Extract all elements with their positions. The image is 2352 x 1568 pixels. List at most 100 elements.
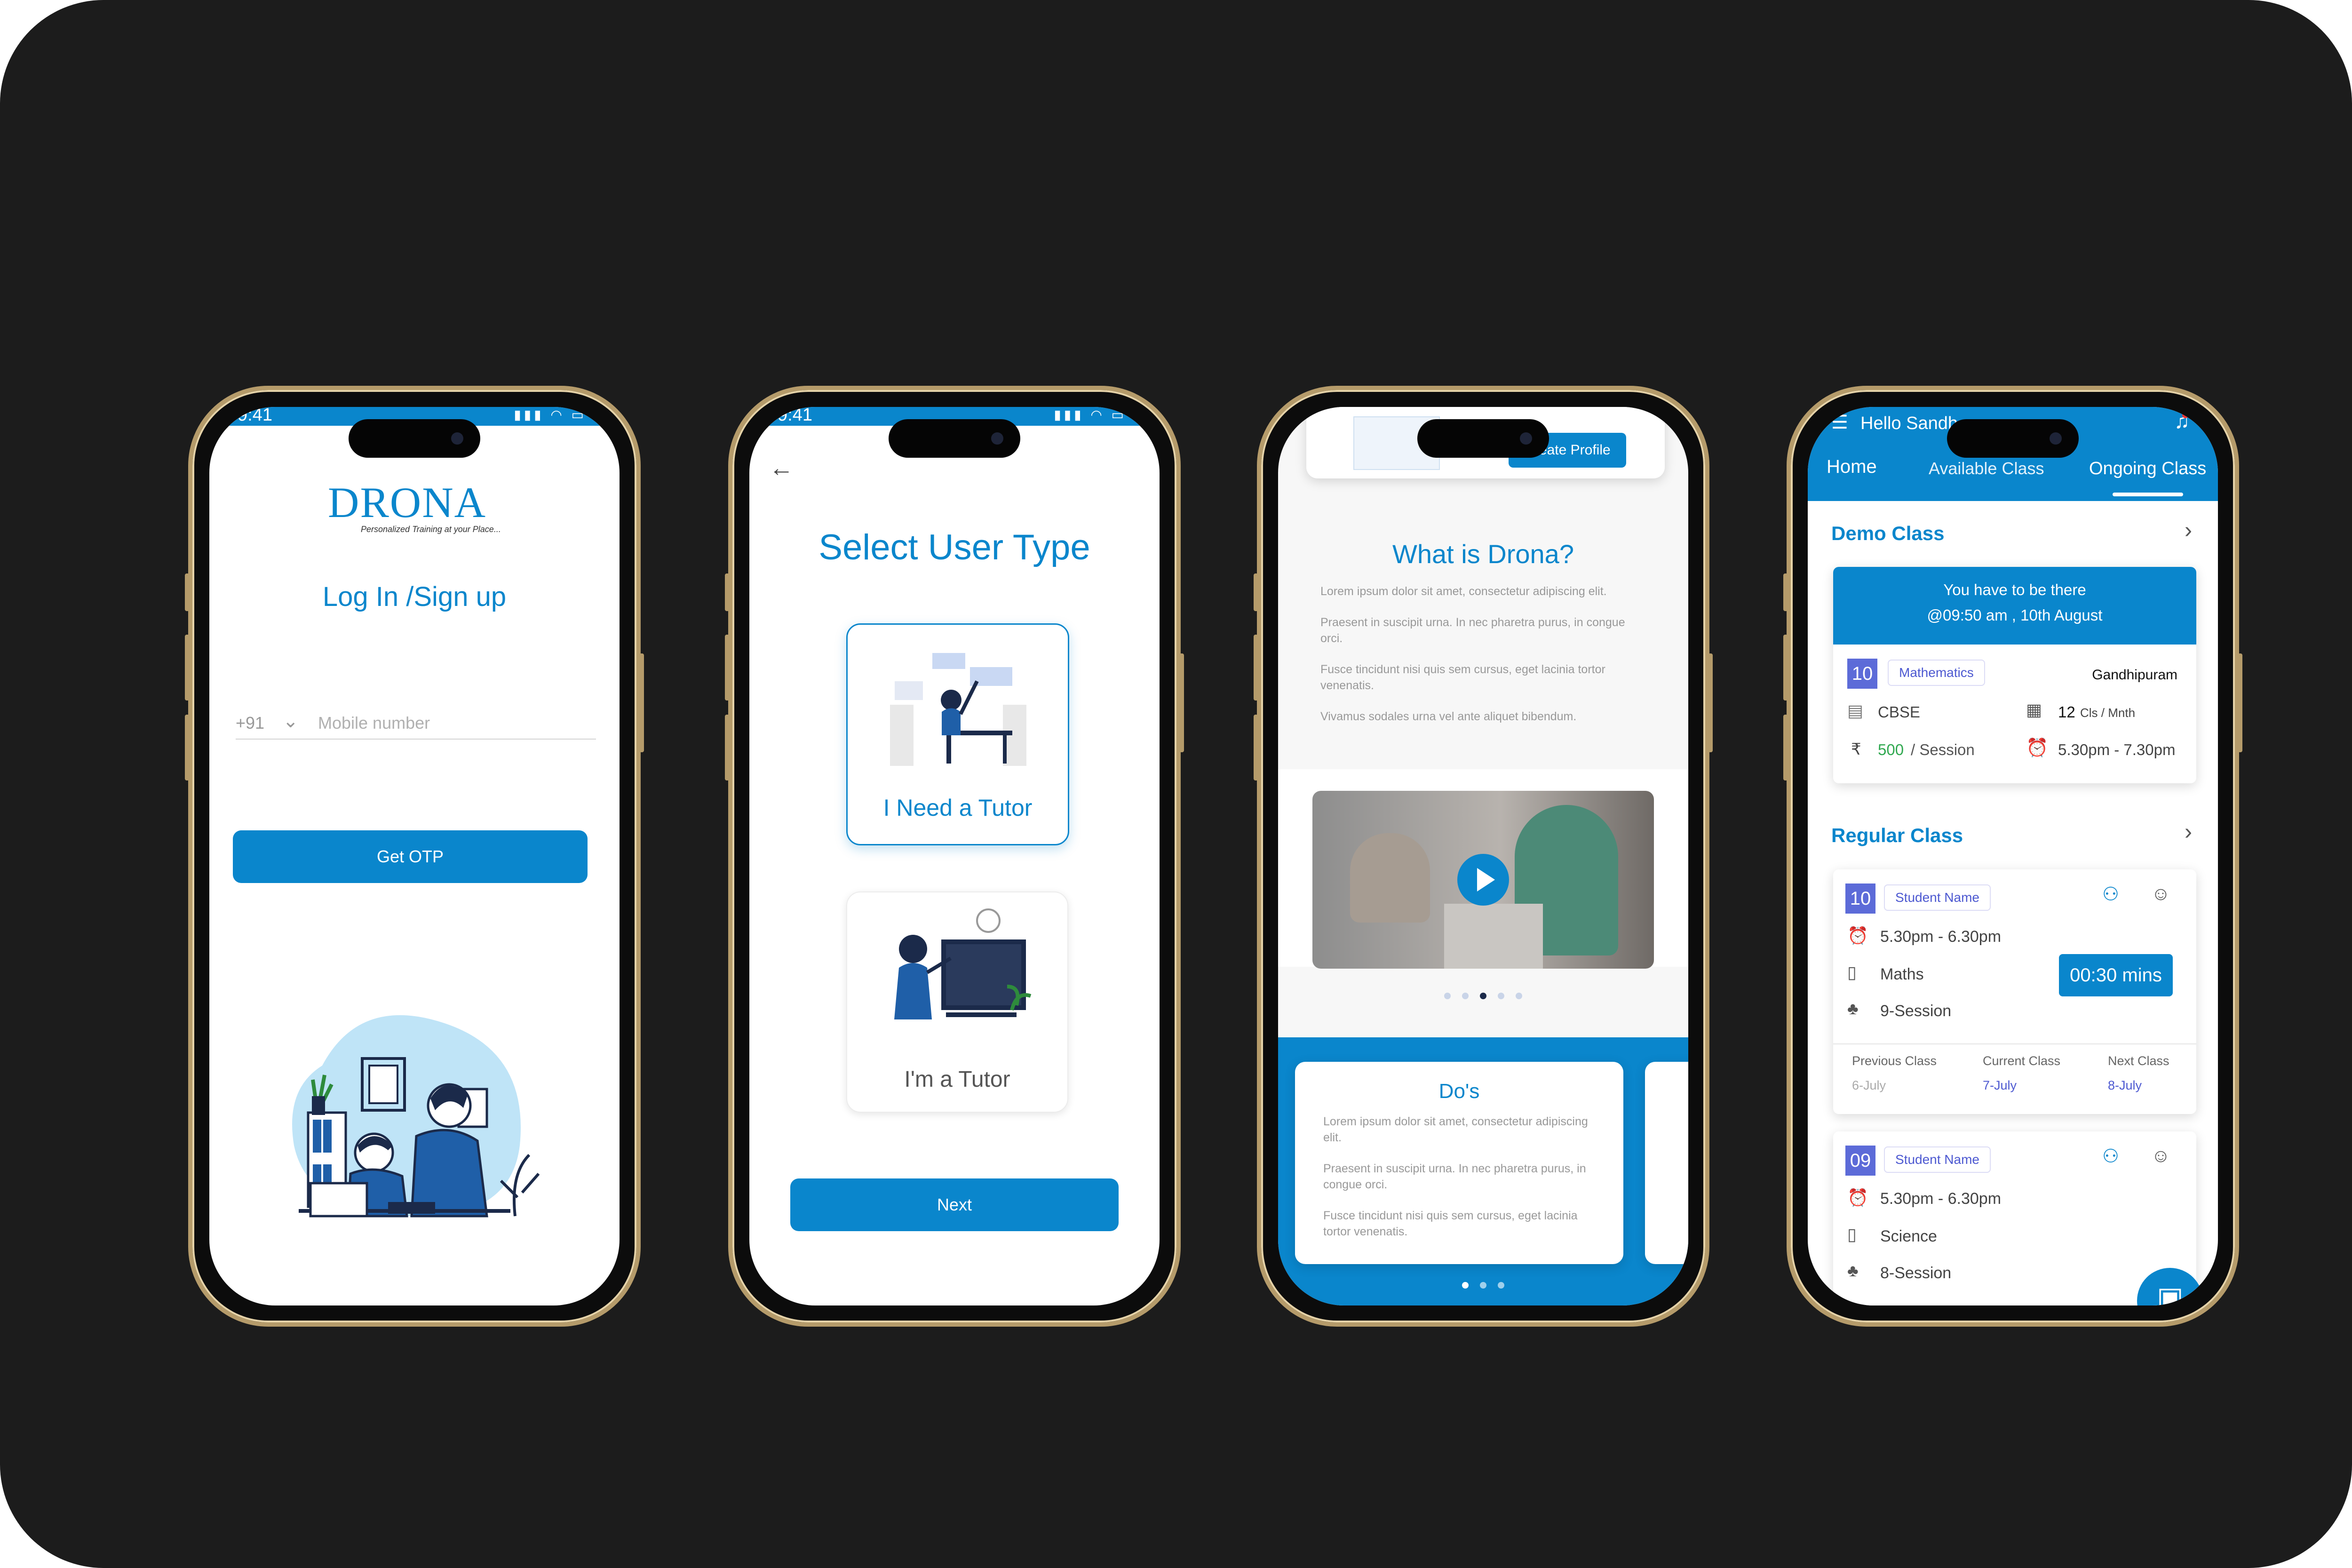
tab-available-class[interactable]: Available Class xyxy=(1929,459,2044,478)
demo-class-card[interactable]: You have to be there @09:50 am , 10th Au… xyxy=(1833,567,2196,783)
section-title: What is Drona? xyxy=(1392,539,1574,569)
phone-side-button xyxy=(1783,635,1788,700)
phone-select-user-type: 9:41 ▮▮▮ ◠ ▭ ← Select User Type I Need a… xyxy=(725,386,1184,1327)
dos-carousel-dots[interactable] xyxy=(1278,1282,1688,1291)
donts-card-peek[interactable] xyxy=(1645,1062,1688,1264)
phone-side-button xyxy=(1254,635,1258,700)
need-tutor-option[interactable]: I Need a Tutor xyxy=(846,623,1069,845)
phone-side-button xyxy=(1708,653,1713,752)
mobile-input[interactable]: Mobile number xyxy=(318,713,430,733)
im-tutor-option[interactable]: I'm a Tutor xyxy=(846,891,1068,1113)
regular-class-card[interactable]: 10 Student Name ⚇ ☺ ⏰ 5.30pm - 6.30pm ▯ … xyxy=(1833,869,2196,1114)
next-button[interactable]: Next xyxy=(790,1178,1119,1231)
price-unit: / Session xyxy=(1911,741,1975,758)
student-name-tag: Student Name xyxy=(1884,884,1991,911)
price: 500 xyxy=(1878,741,1904,758)
dynamic-island xyxy=(349,419,480,458)
active-tab-indicator xyxy=(2113,493,2183,496)
play-icon[interactable] xyxy=(1457,854,1509,906)
phone-side-button xyxy=(185,573,190,611)
about-bullets: Lorem ipsum dolor sit amet, consectetur … xyxy=(1320,583,1646,724)
chevron-right-icon[interactable]: › xyxy=(2185,517,2192,543)
user-type-screen: 9:41 ▮▮▮ ◠ ▭ ← Select User Type I Need a… xyxy=(749,407,1160,1305)
menu-icon[interactable]: ☰ xyxy=(1831,412,1848,433)
tab-home[interactable]: Home xyxy=(1827,456,1877,478)
status-icons: ▮▮▮ ◠ ▭ xyxy=(514,407,587,422)
session-timer-button[interactable]: 00:30 mins xyxy=(2059,954,2173,996)
dashboard-screen: ☰ Hello Sandh ♫ Home Available Class Ong… xyxy=(1808,407,2218,1305)
phone-side-button xyxy=(725,715,730,780)
alarm-icon: ⏰ xyxy=(1847,926,1868,945)
sessions-icon: ♣ xyxy=(1847,1261,1859,1280)
login-title: Log In /Sign up xyxy=(322,581,507,612)
dos-bullet: Lorem ipsum dolor sit amet, consectetur … xyxy=(1323,1115,1588,1144)
location: Gandhipuram xyxy=(2092,667,2177,683)
session-count: 8-Session xyxy=(1880,1264,1952,1282)
chevron-right-icon[interactable]: › xyxy=(2185,819,2192,845)
book-icon: ▯ xyxy=(1847,1225,1857,1244)
bullet-text: Lorem ipsum dolor sit amet, consectetur … xyxy=(1320,585,1607,598)
chevron-down-icon[interactable]: ⌄ xyxy=(283,710,299,732)
carousel-dots[interactable] xyxy=(1278,993,1688,1002)
current-class-date: 7-July xyxy=(1983,1078,2017,1092)
phone-side-button xyxy=(725,635,730,700)
dynamic-island xyxy=(1947,419,2079,458)
class-time: 5.30pm - 6.30pm xyxy=(1880,1190,2002,1208)
tab-ongoing-class[interactable]: Ongoing Class xyxy=(2089,459,2206,479)
support-icon[interactable]: ☺ xyxy=(2151,1146,2170,1167)
phone-dashboard: ☰ Hello Sandh ♫ Home Available Class Ong… xyxy=(1783,386,2242,1327)
demo-notice-line: You have to be there xyxy=(1943,581,2086,598)
regular-section-title: Regular Class xyxy=(1831,824,1963,846)
next-class-date: 8-July xyxy=(2108,1078,2142,1092)
student-name-tag: Student Name xyxy=(1884,1146,1991,1173)
phone-onboarding: Create Profile What is Drona? Lorem ipsu… xyxy=(1254,386,1713,1327)
alarm-icon: ⏰ xyxy=(2026,738,2049,758)
book-icon: ▯ xyxy=(1847,963,1857,982)
get-otp-button[interactable]: Get OTP xyxy=(233,830,588,883)
dos-bullet: Fusce tincidunt nisi quis sem cursus, eg… xyxy=(1323,1209,1578,1238)
phone-login: 9:41 ▮▮▮ ◠ ▭ DRONA Personalized Training… xyxy=(185,386,644,1327)
phone-side-button xyxy=(1254,573,1258,611)
user-icon[interactable]: ⚇ xyxy=(2102,1146,2119,1167)
phone-side-button xyxy=(2238,653,2242,752)
bullet-text: Praesent in suscipit urna. In nec pharet… xyxy=(1320,616,1625,645)
phone-side-button xyxy=(725,573,730,611)
class-subject: Maths xyxy=(1880,965,1924,983)
demo-notice-line: @09:50 am , 10th August xyxy=(1927,606,2103,624)
video-figure xyxy=(1350,833,1430,923)
user-icon[interactable]: ⚇ xyxy=(2102,883,2119,905)
session-count: 9-Session xyxy=(1880,1002,1952,1020)
need-tutor-label: I Need a Tutor xyxy=(883,795,1033,821)
regular-class-card[interactable]: 09 Student Name ⚇ ☺ ⏰ 5.30pm - 6.30pm ▯ … xyxy=(1833,1131,2196,1305)
demo-section-title: Demo Class xyxy=(1831,522,1945,544)
teacher-illustration xyxy=(894,908,1032,1019)
class-count: 12 xyxy=(2058,703,2075,721)
onboarding-screen: Create Profile What is Drona? Lorem ipsu… xyxy=(1278,407,1688,1305)
grade-badge: 09 xyxy=(1845,1146,1875,1176)
support-icon[interactable]: ☺ xyxy=(2151,883,2170,905)
class-subject: Science xyxy=(1880,1227,1937,1245)
sessions-icon: ♣ xyxy=(1847,999,1859,1018)
class-timeline: Previous Class 6-July Current Class 7-Ju… xyxy=(1833,1043,2196,1114)
back-arrow-icon[interactable]: ← xyxy=(769,454,794,482)
rupee-icon: ₹ xyxy=(1851,740,1861,758)
phone-side-button xyxy=(1783,715,1788,780)
current-class-label: Current Class xyxy=(1983,1054,2061,1068)
calendar-icon: ▦ xyxy=(2026,700,2042,719)
dos-card: Do's Lorem ipsum dolor sit amet, consect… xyxy=(1295,1062,1623,1264)
phone-side-button xyxy=(1783,573,1788,611)
mobile-number-field[interactable]: +91 ⌄ Mobile number xyxy=(236,710,596,740)
status-time: 9:41 xyxy=(238,407,272,425)
demo-time: 5.30pm - 7.30pm xyxy=(2058,741,2176,758)
calendar-icon: ▣ xyxy=(2157,1281,2184,1305)
country-code[interactable]: +91 xyxy=(236,713,264,733)
demo-notice: You have to be there @09:50 am , 10th Au… xyxy=(1833,567,2196,645)
video-thumbnail[interactable] xyxy=(1312,791,1654,969)
dos-bullet: Praesent in suscipit urna. In nec pharet… xyxy=(1323,1162,1586,1191)
notification-dot xyxy=(2182,412,2189,418)
video-laptop xyxy=(1444,904,1543,969)
bullet-text: Vivamus sodales urna vel ante aliquet bi… xyxy=(1320,710,1577,723)
phone-side-button xyxy=(185,635,190,700)
student-illustration xyxy=(890,653,1026,766)
phone-side-button xyxy=(1179,653,1184,752)
